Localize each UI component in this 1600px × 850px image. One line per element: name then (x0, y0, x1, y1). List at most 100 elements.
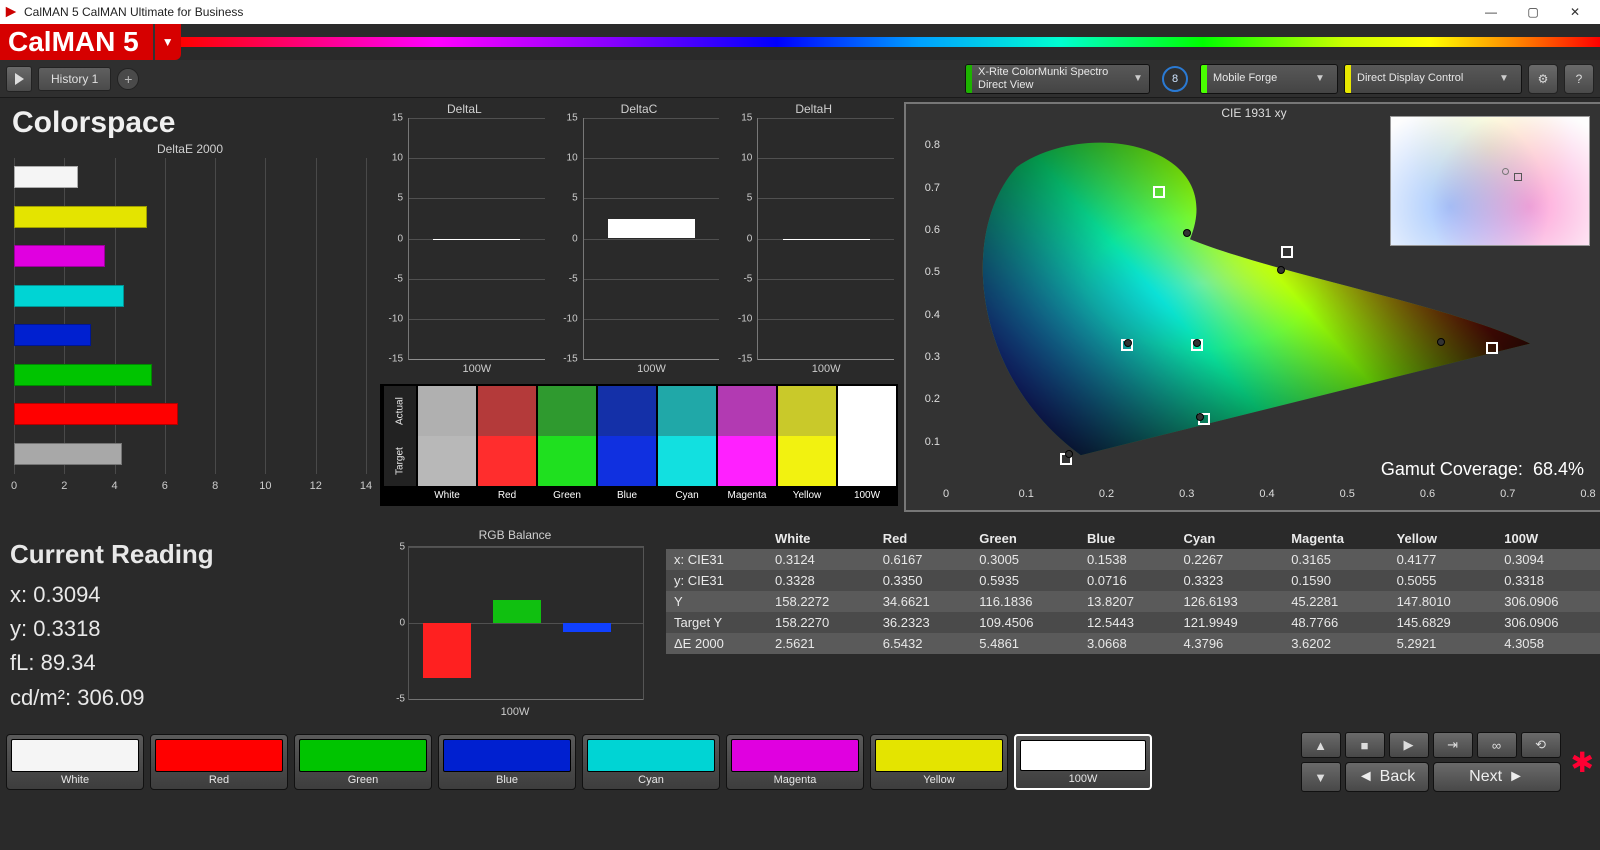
table-row: ΔE 20002.56216.54325.48613.06684.37963.6… (666, 633, 1600, 654)
data-table: WhiteRedGreenBlueCyanMagentaYellow100Wx:… (666, 528, 1600, 654)
deltac-chart: DeltaC -15-10-5051015100W (555, 102, 724, 378)
meter-slot[interactable]: X-Rite ColorMunki Spectro Direct View ▼ (965, 64, 1150, 94)
back-label: Back (1380, 768, 1416, 786)
deltae-bar-green (14, 364, 152, 386)
display-slot[interactable]: Direct Display Control ▼ (1344, 64, 1522, 94)
window-close-button[interactable]: ✕ (1554, 0, 1596, 24)
cie-measured-red (1437, 338, 1445, 346)
swatch-button-100w[interactable]: 100W (1014, 734, 1152, 790)
cie-measured-magenta (1196, 413, 1204, 421)
reading-y: y: 0.3318 (10, 612, 370, 646)
window-maximize-button[interactable]: ▢ (1512, 0, 1554, 24)
swatch-target-white (416, 436, 476, 486)
nav-cluster: ▲ ■ ▶ ⇥ ∞ ⟲ ▼ ◄ Back Next ► (1301, 734, 1561, 790)
source-label: Mobile Forge (1213, 72, 1303, 84)
rgb-balance-panel: RGB Balance -505 100W (380, 528, 650, 718)
current-reading-heading: Current Reading (10, 534, 370, 574)
swatch-label-green: Green (536, 486, 596, 504)
swatch-target-cyan (656, 436, 716, 486)
settings-button[interactable]: ⚙ (1528, 64, 1558, 94)
brand-logo: CalMAN 5 (0, 24, 155, 60)
app-icon (4, 5, 18, 19)
deltae-chart-title: DeltaE 2000 (6, 142, 374, 156)
table-row: y: CIE310.33280.33500.59350.07160.33230.… (666, 570, 1600, 591)
stop-button[interactable]: ■ (1345, 732, 1385, 758)
asterisk-icon: ✱ (1571, 746, 1594, 779)
deltah-bar (783, 239, 870, 240)
source-slot[interactable]: Mobile Forge ▼ (1200, 64, 1338, 94)
next-button[interactable]: Next ► (1433, 762, 1561, 792)
swatch-actual-cyan (656, 386, 716, 436)
main-content: Colorspace DeltaE 2000 02468101214 Delta… (0, 98, 1600, 730)
gamut-coverage-label: Gamut Coverage: (1381, 459, 1523, 479)
nav-up-button[interactable]: ▲ (1301, 732, 1341, 758)
swatch-button-cyan[interactable]: Cyan (582, 734, 720, 790)
meter-line2: Direct View (978, 79, 1121, 91)
swatch-actual-yellow (776, 386, 836, 436)
table-row: x: CIE310.31240.61670.30050.15380.22670.… (666, 549, 1600, 570)
swatch-button-blue[interactable]: Blue (438, 734, 576, 790)
swatch-nav: WhiteRedGreenBlueCyanMagentaYellow100W (6, 734, 1152, 790)
deltae-chart: 02468101214 (14, 158, 370, 492)
gamut-coverage: Gamut Coverage: 68.4% (1381, 459, 1584, 480)
swatch-label-white: White (416, 486, 476, 504)
deltae-bar-red (14, 403, 178, 425)
next-label: Next (1469, 768, 1502, 786)
spectrum-strip (181, 37, 1600, 47)
current-reading-panel: Current Reading x: 0.3094 y: 0.3318 fL: … (6, 528, 374, 728)
brand-bar: CalMAN 5 ▼ (0, 24, 1600, 60)
meter-count-badge[interactable]: 8 (1162, 66, 1188, 92)
deltal-chart: DeltaL -15-10-5051015100W (380, 102, 549, 378)
deltac-bar (608, 219, 695, 238)
question-icon: ? (1576, 72, 1583, 86)
cie-target-yellow (1281, 246, 1293, 258)
back-button[interactable]: ◄ Back (1345, 762, 1429, 792)
swatch-button-red[interactable]: Red (150, 734, 288, 790)
swatch-target-green (536, 436, 596, 486)
help-button[interactable]: ? (1564, 64, 1594, 94)
swatch-actual-blue (596, 386, 656, 436)
cie-measured-green (1183, 229, 1191, 237)
rgb-balance-title: RGB Balance (380, 528, 650, 542)
reading-fl: fL: 89.34 (10, 646, 370, 680)
swatch-actual-red (476, 386, 536, 436)
window-titlebar: CalMAN 5 CalMAN Ultimate for Business — … (0, 0, 1600, 24)
deltae-bar-blue (14, 324, 91, 346)
window-title: CalMAN 5 CalMAN Ultimate for Business (24, 5, 243, 19)
rgb-xlabel: 100W (501, 706, 530, 718)
swatch-actual-green (536, 386, 596, 436)
window-minimize-button[interactable]: — (1470, 0, 1512, 24)
continuous-button[interactable]: ∞ (1477, 732, 1517, 758)
meter-line1: X-Rite ColorMunki Spectro (978, 66, 1121, 78)
gamut-coverage-value: 68.4% (1533, 459, 1584, 479)
sequence-button[interactable]: ⇥ (1433, 732, 1473, 758)
swatch-strip: ActualTargetWhiteRedGreenBlueCyanMagenta… (380, 384, 898, 506)
play-button[interactable] (6, 66, 32, 92)
tab-add-button[interactable]: + (117, 68, 139, 90)
swatch-button-white[interactable]: White (6, 734, 144, 790)
deltal-bar (433, 239, 520, 240)
display-label: Direct Display Control (1357, 72, 1487, 84)
swatch-button-yellow[interactable]: Yellow (870, 734, 1008, 790)
history-tab[interactable]: History 1 (38, 67, 111, 91)
swatch-target-magenta (716, 436, 776, 486)
swatch-actual-100w (836, 386, 896, 436)
swatch-label-cyan: Cyan (656, 486, 716, 504)
refresh-button[interactable]: ⟲ (1521, 732, 1561, 758)
deltah-title: DeltaH (729, 102, 898, 116)
nav-down-button[interactable]: ▼ (1301, 762, 1341, 792)
chevron-down-icon: ▼ (1309, 65, 1331, 93)
bottom-bar: WhiteRedGreenBlueCyanMagentaYellow100W ▲… (0, 730, 1600, 794)
swatch-button-magenta[interactable]: Magenta (726, 734, 864, 790)
table-row: Y158.227234.6621116.183613.8207126.61934… (666, 591, 1600, 612)
deltah-chart: DeltaH -15-10-5051015100W (729, 102, 898, 378)
data-table-panel: WhiteRedGreenBlueCyanMagentaYellow100Wx:… (666, 528, 1600, 728)
rgb-bar-b (563, 623, 611, 632)
play-button-small[interactable]: ▶ (1389, 732, 1429, 758)
swatch-label-blue: Blue (596, 486, 656, 504)
cie-measured-blue (1065, 450, 1073, 458)
swatch-button-green[interactable]: Green (294, 734, 432, 790)
brand-menu-caret[interactable]: ▼ (155, 24, 181, 60)
cie-target-red (1486, 342, 1498, 354)
rgb-bar-g (493, 600, 541, 623)
